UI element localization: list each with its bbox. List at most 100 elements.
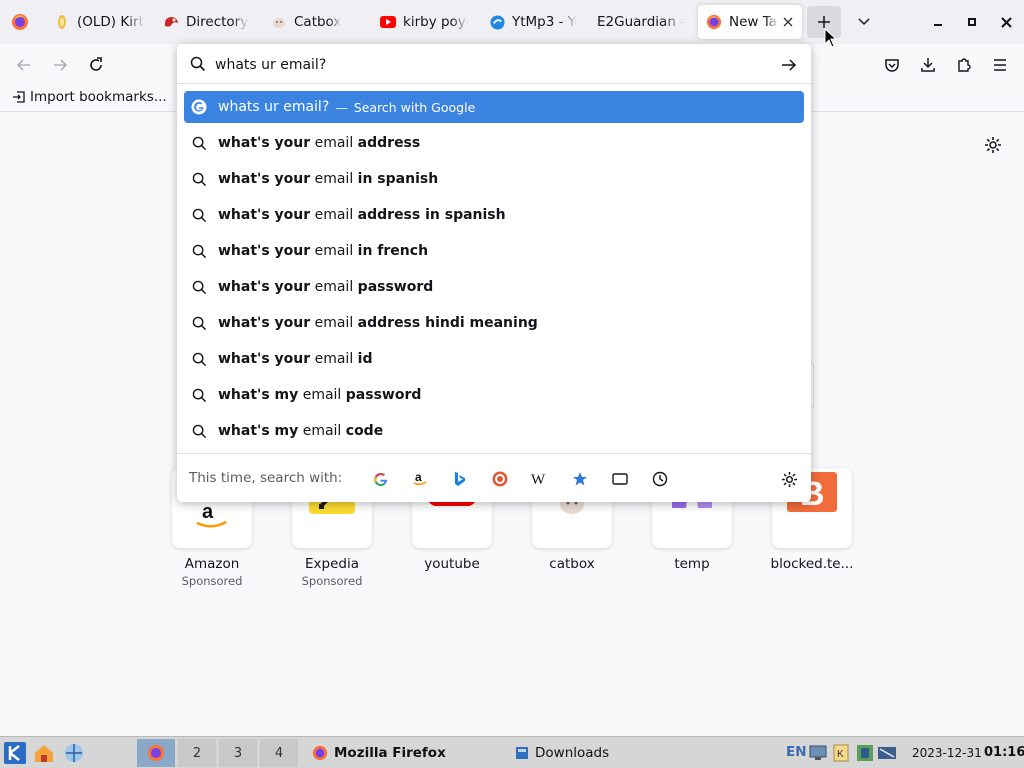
tab-directory[interactable]: Directory: [155, 5, 259, 39]
search-icon: [191, 315, 207, 331]
result-text: whats ur email?: [218, 99, 330, 115]
back-button[interactable]: [11, 52, 37, 78]
search-icon: [191, 387, 207, 403]
tab-title: Catbox: [294, 14, 342, 30]
history-icon[interactable]: [649, 468, 671, 490]
tab-old-kirby[interactable]: (OLD) Kirby: [46, 5, 152, 39]
power-tray-icon[interactable]: [877, 743, 897, 763]
taskbar-clock[interactable]: 01:16: [984, 745, 1024, 760]
bookmarks-star-icon[interactable]: [569, 468, 591, 490]
personalize-settings-button[interactable]: [981, 133, 1005, 157]
one-off-search-bar: This time, search with: a W: [177, 453, 811, 502]
tile-name: blocked.te...: [770, 556, 854, 572]
arrow-left-icon: [16, 59, 30, 71]
workspace-2[interactable]: 2: [178, 739, 216, 767]
keyboard-tray-icon[interactable]: K: [831, 743, 851, 763]
search-suggestion[interactable]: what's your email address in spanish: [184, 199, 804, 231]
close-tab-icon[interactable]: [780, 14, 796, 30]
search-suggestion[interactable]: what's your email id: [184, 343, 804, 375]
tab-title: New Tab: [729, 14, 778, 30]
pocket-icon: [885, 59, 899, 72]
suggestion-text: what's your email address hindi meaning: [218, 315, 538, 331]
tile-name: catbox: [549, 556, 595, 572]
suggestion-text: what's your email address: [218, 135, 421, 151]
suggestion-text: what's my email code: [218, 423, 384, 439]
app-menu-button[interactable]: [987, 52, 1013, 78]
search-suggestion[interactable]: what's my email password: [184, 379, 804, 411]
tab-new-tab[interactable]: New Tab: [698, 5, 802, 39]
network-tray-icon[interactable]: [855, 743, 875, 763]
tab-title: kirby poyo: [403, 14, 468, 30]
urlbar-result-heuristic[interactable]: whats ur email? — Search with Google: [184, 91, 804, 123]
arrow-right-icon: [782, 59, 797, 71]
task-firefox[interactable]: Mozilla Firefox: [304, 739, 504, 767]
display-tray-icon[interactable]: [808, 743, 828, 763]
tab-title: YtMp3 - YouTube: [512, 14, 577, 30]
pocket-button[interactable]: [879, 52, 905, 78]
close-window-button[interactable]: [994, 10, 1018, 34]
cat-icon: [271, 14, 287, 30]
svg-text:W: W: [531, 472, 546, 486]
list-all-tabs-button[interactable]: [852, 10, 876, 34]
ytmp3-icon: [489, 14, 505, 30]
go-button[interactable]: [778, 55, 800, 75]
svg-text:a: a: [202, 504, 214, 523]
search-icon: [191, 423, 207, 439]
search-suggestion[interactable]: what's my email code: [184, 415, 804, 447]
reload-button[interactable]: [83, 52, 109, 78]
suggestion-text: what's your email in french: [218, 243, 429, 259]
urlbar-input[interactable]: [215, 54, 755, 76]
task-downloads[interactable]: Downloads: [507, 739, 707, 767]
flame-icon: [163, 14, 179, 30]
youtube-icon: [380, 14, 396, 30]
google-icon[interactable]: [369, 468, 391, 490]
search-settings-gear-icon[interactable]: [778, 468, 800, 490]
workspace-4[interactable]: 4: [260, 739, 298, 767]
firefox-icon: [312, 745, 328, 761]
maximize-button[interactable]: [960, 10, 984, 34]
workspace-3[interactable]: 3: [219, 739, 257, 767]
one-off-label: This time, search with:: [189, 470, 343, 486]
network-icon[interactable]: [62, 741, 86, 765]
tab-e2guardian[interactable]: E2Guardian -: [589, 5, 693, 39]
tab-catbox[interactable]: Catbox: [263, 5, 367, 39]
tab-title: E2Guardian -: [597, 14, 685, 30]
mouse-cursor-icon: [824, 28, 838, 48]
bing-icon[interactable]: [449, 468, 471, 490]
result-separator: —: [335, 99, 348, 115]
search-suggestion[interactable]: what's your email in french: [184, 235, 804, 267]
firefox-view-button[interactable]: [8, 10, 32, 34]
minimize-icon: [934, 24, 942, 26]
search-suggestion[interactable]: what's your email address: [184, 127, 804, 159]
minimize-button[interactable]: [926, 10, 950, 34]
suggestion-text: what's your email in spanish: [218, 171, 439, 187]
google-icon: [191, 99, 207, 115]
tab-ytmp3[interactable]: YtMp3 - YouTube: [481, 5, 585, 39]
forward-button[interactable]: [47, 52, 73, 78]
search-suggestion[interactable]: what's your email password: [184, 271, 804, 303]
keyboard-layout-indicator[interactable]: EN: [786, 744, 807, 760]
extensions-button[interactable]: [951, 52, 977, 78]
tile-sponsored: Sponsored: [181, 574, 243, 588]
import-bookmarks-button[interactable]: Import bookmarks...: [12, 89, 167, 105]
search-suggestion[interactable]: what's your email address hindi meaning: [184, 307, 804, 339]
tabs-icon[interactable]: [609, 468, 631, 490]
tile-name: Expedia: [305, 556, 359, 572]
os-taskbar: 2 3 4 Mozilla Firefox Downloads EN K 202…: [0, 736, 1024, 768]
close-icon: [1000, 16, 1012, 28]
amazon-icon[interactable]: a: [409, 468, 431, 490]
tile-name: youtube: [424, 556, 480, 572]
tab-strip: (OLD) Kirby Directory Catbox kirby poyo …: [0, 0, 1024, 44]
wikipedia-icon[interactable]: W: [529, 468, 551, 490]
workspace-1[interactable]: [137, 739, 175, 767]
home-folder-icon[interactable]: [32, 741, 56, 765]
search-suggestion[interactable]: what's your email in spanish: [184, 163, 804, 195]
gem-icon: [54, 14, 70, 30]
downloads-button[interactable]: [915, 52, 941, 78]
app-launcher-icon[interactable]: [3, 741, 27, 765]
tile-name: temp: [674, 556, 710, 572]
amazon-logo-icon: a: [196, 504, 227, 528]
tab-kirby-poyo[interactable]: kirby poyo: [372, 5, 476, 39]
svg-text:K: K: [837, 749, 844, 760]
duckduckgo-icon[interactable]: [489, 468, 511, 490]
